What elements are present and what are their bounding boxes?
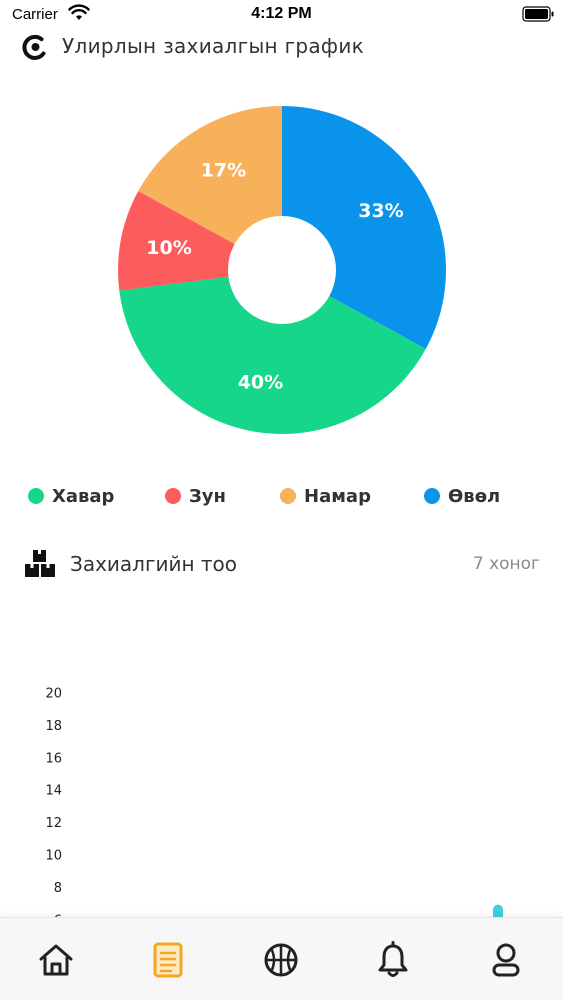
pie-label-summer: 10% [146,237,191,259]
clock: 4:12 PM [251,5,312,22]
legend-label-winter: Өвөл [448,485,501,507]
y-tick-label: 8 [54,881,62,896]
y-tick-label: 18 [45,719,62,734]
y-tick-label: 20 [45,687,62,702]
battery-icon [522,6,554,22]
bar-chart-svg: 2468101214161820 [45,687,503,920]
tab-profile[interactable] [486,940,526,980]
period-selector[interactable]: 7 хоног [473,554,540,574]
legend-item-autumn[interactable]: Намар [280,482,371,510]
legend-item-summer[interactable]: Зун [165,482,226,510]
legend-item-winter[interactable]: Өвөл [424,482,500,510]
status-bar: Carrier 4:12 PM [0,0,563,30]
legend-dot-winter [424,488,440,504]
boxes-icon [25,550,55,577]
tab-notifications[interactable] [373,940,413,980]
pie-label-autumn: 17% [201,160,246,182]
pie-chart-svg: 33% 40% 10% 17% [118,106,446,434]
y-tick-label: 12 [45,816,62,831]
home-icon [39,944,73,976]
orders-list-icon [153,942,183,978]
donut-hole [228,216,336,324]
pie-section-title: Улирлын захиалгын график [62,34,365,58]
legend-label-autumn: Намар [304,485,371,507]
legend-item-spring[interactable]: Хавар [28,482,114,510]
pie-legend: Хавар Зун Намар Өвөл [0,482,563,512]
tab-bar [0,917,563,1000]
legend-label-summer: Зун [189,485,226,507]
pie-section-header: Улирлын захиалгын график [22,32,542,62]
basketball-icon [264,943,298,977]
profile-icon [492,943,520,977]
legend-dot-autumn [280,488,296,504]
y-tick-label: 16 [45,751,62,766]
orders-bar-chart: 2468101214161820 [0,610,563,920]
legend-label-spring: Хавар [52,485,115,507]
logo-icon [22,34,46,60]
tab-sports[interactable] [261,940,301,980]
y-tick-label: 10 [45,849,62,864]
pie-label-winter: 33% [358,200,403,222]
y-tick-label: 14 [45,784,62,799]
orders-section-header: Захиалгийн тоо 7 хоног [24,548,540,580]
legend-dot-spring [28,488,44,504]
orders-section-title: Захиалгийн тоо [70,552,238,576]
legend-dot-summer [165,488,181,504]
bell-icon [378,941,408,977]
tab-home[interactable] [36,940,76,980]
tab-orders[interactable] [148,940,188,980]
season-pie-chart: 33% 40% 10% 17% [0,80,563,460]
pie-label-spring: 40% [238,371,283,393]
